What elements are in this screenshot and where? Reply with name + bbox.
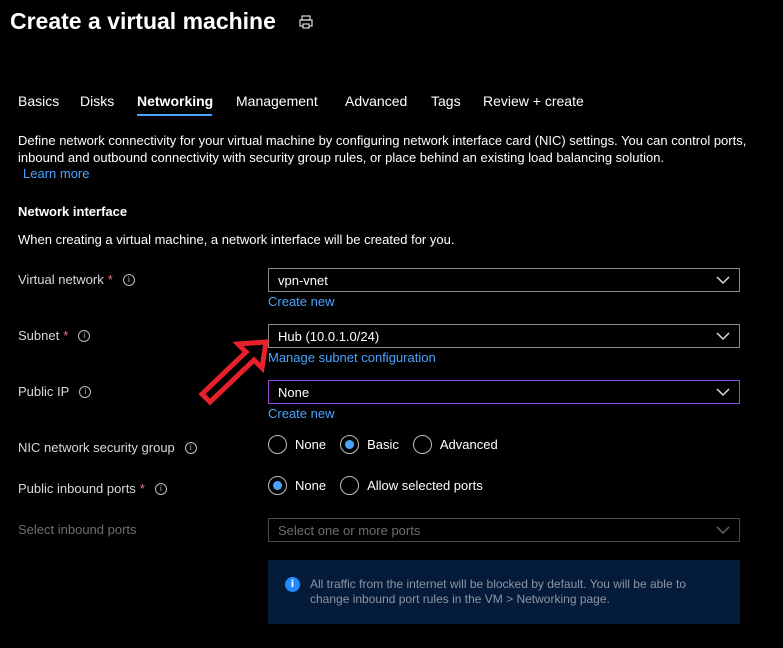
create-new-vnet-link[interactable]: Create new: [268, 294, 334, 309]
radio-button-selected[interactable]: [268, 476, 287, 495]
info-box-text: All traffic from the internet will be bl…: [310, 577, 686, 606]
select-ports-label: Select inbound ports: [18, 522, 137, 537]
radio-label: Basic: [367, 437, 399, 452]
tab-basics[interactable]: Basics: [18, 93, 59, 109]
required-marker: *: [63, 328, 69, 343]
info-icon: i: [285, 577, 300, 592]
section-heading: Network interface: [18, 204, 128, 219]
intro-text: Define network connectivity for your vir…: [18, 133, 747, 165]
radio-label: Allow selected ports: [367, 478, 483, 493]
public-ip-value: None: [278, 384, 310, 400]
chevron-down-icon: [716, 332, 730, 341]
nsg-label: NIC network security group i: [18, 440, 197, 455]
required-marker: *: [139, 481, 145, 496]
inbound-ports-label: Public inbound ports * i: [18, 481, 167, 496]
subnet-value: Hub (10.0.1.0/24): [278, 328, 380, 344]
info-icon[interactable]: i: [79, 385, 92, 398]
nsg-option-advanced[interactable]: Advanced: [412, 435, 498, 454]
section-subtext: When creating a virtual machine, a netwo…: [18, 232, 455, 247]
radio-label: None: [295, 437, 327, 452]
radio-button[interactable]: [340, 476, 360, 495]
virtual-network-label: Virtual network * i: [18, 272, 135, 287]
inbound-ports-label-text: Public inbound ports: [18, 481, 136, 496]
tab-tags[interactable]: Tags: [431, 93, 461, 109]
inbound-ports-select[interactable]: Select one or more ports: [268, 518, 740, 542]
chevron-down-icon: [716, 526, 730, 535]
nsg-label-text: NIC network security group: [18, 440, 175, 455]
inbound-option-none[interactable]: None: [268, 476, 326, 495]
radio-button-selected[interactable]: [340, 435, 360, 454]
subnet-label-text: Subnet: [18, 328, 60, 343]
active-tab-indicator: [137, 114, 212, 116]
public-ip-label: Public IP i: [18, 384, 92, 399]
info-icon[interactable]: i: [154, 482, 167, 495]
tab-disks[interactable]: Disks: [80, 93, 114, 109]
chevron-down-icon: [716, 276, 730, 285]
create-new-public-ip-link[interactable]: Create new: [268, 406, 334, 421]
annotation-arrow-icon: [198, 339, 269, 406]
chevron-down-icon: [716, 388, 730, 397]
subnet-select[interactable]: Hub (10.0.1.0/24): [268, 324, 740, 348]
page-title: Create a virtual machine: [10, 8, 276, 34]
public-ip-select[interactable]: None: [268, 380, 740, 404]
inbound-ports-placeholder: Select one or more ports: [278, 522, 421, 538]
inbound-option-allow[interactable]: Allow selected ports: [340, 476, 483, 495]
manage-subnet-link[interactable]: Manage subnet configuration: [268, 350, 436, 365]
tab-networking[interactable]: Networking: [137, 93, 213, 109]
nsg-option-basic[interactable]: Basic: [340, 435, 399, 454]
public-ip-label-text: Public IP: [18, 384, 70, 399]
nsg-radio-group: None Basic Advanced: [268, 435, 512, 454]
info-box: i All traffic from the internet will be …: [268, 560, 740, 624]
tab-advanced[interactable]: Advanced: [345, 93, 407, 109]
radio-label: None: [295, 478, 327, 493]
virtual-network-select[interactable]: vpn-vnet: [268, 268, 740, 292]
tab-management[interactable]: Management: [236, 93, 318, 109]
radio-button[interactable]: [268, 435, 287, 454]
subnet-label: Subnet * i: [18, 328, 91, 343]
info-icon[interactable]: i: [78, 329, 91, 342]
print-icon[interactable]: [298, 14, 314, 30]
radio-button[interactable]: [412, 435, 432, 454]
required-marker: *: [107, 272, 113, 287]
radio-label: Advanced: [439, 437, 498, 452]
virtual-network-label-text: Virtual network: [18, 272, 104, 287]
learn-more-link[interactable]: Learn more: [23, 166, 89, 181]
nsg-option-none[interactable]: None: [268, 435, 326, 454]
virtual-network-value: vpn-vnet: [278, 272, 328, 288]
info-icon[interactable]: i: [184, 441, 197, 454]
info-icon[interactable]: i: [122, 273, 135, 286]
inbound-radio-group: None Allow selected ports: [268, 476, 497, 495]
tab-review-create[interactable]: Review + create: [483, 93, 584, 109]
